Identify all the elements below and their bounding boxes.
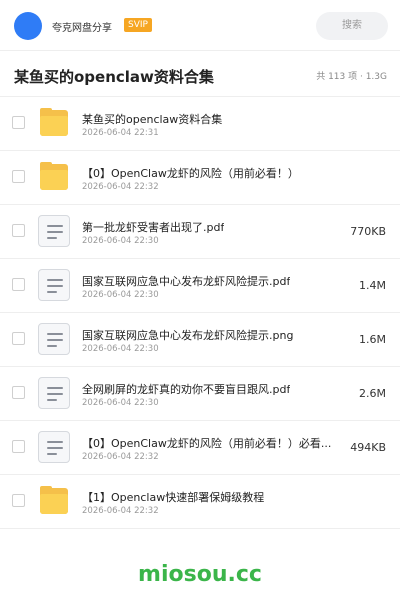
select-checkbox[interactable] bbox=[12, 224, 25, 237]
list-item[interactable]: 第一批龙虾受害者出现了.pdf 2026-06-04 22:30 770KB bbox=[0, 205, 400, 259]
select-checkbox[interactable] bbox=[12, 116, 25, 129]
item-name: 【0】OpenClaw龙虾的风险（用前必看！） bbox=[82, 167, 299, 180]
list-item[interactable]: 【0】OpenClaw龙虾的风险（用前必看！）必看... 2026-06-04 … bbox=[0, 421, 400, 475]
watermark: miosou.cc bbox=[138, 562, 262, 587]
list-item[interactable]: 国家互联网应急中心发布龙虾风险提示.pdf 2026-06-04 22:30 1… bbox=[0, 259, 400, 313]
item-date: 2026-06-04 22:30 bbox=[82, 344, 159, 354]
item-size: 770KB bbox=[350, 225, 386, 238]
document-icon bbox=[38, 269, 70, 301]
item-date: 2026-06-04 22:32 bbox=[82, 452, 159, 462]
item-date: 2026-06-04 22:30 bbox=[82, 398, 159, 408]
select-checkbox[interactable] bbox=[12, 332, 25, 345]
item-summary: 共 113 项 · 1.3G bbox=[316, 72, 387, 82]
item-name: 第一批龙虾受害者出现了.pdf bbox=[82, 221, 225, 234]
item-name: 【0】OpenClaw龙虾的风险（用前必看！）必看... bbox=[82, 437, 332, 450]
item-name: 国家互联网应急中心发布龙虾风险提示.pdf bbox=[82, 275, 291, 288]
item-date: 2026-06-04 22:31 bbox=[82, 128, 159, 138]
document-icon bbox=[38, 431, 70, 463]
item-size: 1.4M bbox=[359, 279, 386, 292]
item-date: 2026-06-04 22:32 bbox=[82, 182, 159, 192]
top-bar: 夸克网盘分享 SVIP 搜索 bbox=[0, 0, 400, 50]
item-size: 494KB bbox=[350, 441, 386, 454]
select-checkbox[interactable] bbox=[12, 494, 25, 507]
document-icon bbox=[38, 377, 70, 409]
item-name: 某鱼买的openclaw资料合集 bbox=[82, 113, 223, 126]
folder-icon bbox=[38, 161, 70, 193]
item-name: 国家互联网应急中心发布龙虾风险提示.png bbox=[82, 329, 294, 342]
item-date: 2026-06-04 22:30 bbox=[82, 290, 159, 300]
page-title: 某鱼买的openclaw资料合集 bbox=[14, 68, 214, 86]
item-name: 全网刷屏的龙虾真的劝你不要盲目跟风.pdf bbox=[82, 383, 291, 396]
folder-icon bbox=[38, 107, 70, 139]
list-item[interactable]: 国家互联网应急中心发布龙虾风险提示.png 2026-06-04 22:30 1… bbox=[0, 313, 400, 367]
document-icon bbox=[38, 323, 70, 355]
document-icon bbox=[38, 215, 70, 247]
file-list: 某鱼买的openclaw资料合集 2026-06-04 22:31 【0】Ope… bbox=[0, 97, 400, 529]
list-item[interactable]: 全网刷屏的龙虾真的劝你不要盲目跟风.pdf 2026-06-04 22:30 2… bbox=[0, 367, 400, 421]
item-size: 2.6M bbox=[359, 387, 386, 400]
item-name: 【1】Openclaw快速部署保姆级教程 bbox=[82, 491, 265, 504]
header-divider bbox=[0, 50, 400, 51]
svip-badge: SVIP bbox=[124, 18, 152, 32]
list-item[interactable]: 某鱼买的openclaw资料合集 2026-06-04 22:31 bbox=[0, 97, 400, 151]
select-checkbox[interactable] bbox=[12, 386, 25, 399]
list-item[interactable]: 【0】OpenClaw龙虾的风险（用前必看！） 2026-06-04 22:32 bbox=[0, 151, 400, 205]
share-name: 夸克网盘分享 bbox=[52, 23, 112, 34]
search-input[interactable]: 搜索 bbox=[316, 12, 388, 40]
select-checkbox[interactable] bbox=[12, 440, 25, 453]
title-row: 某鱼买的openclaw资料合集 共 113 项 · 1.3G bbox=[0, 52, 400, 96]
select-checkbox[interactable] bbox=[12, 170, 25, 183]
item-date: 2026-06-04 22:30 bbox=[82, 236, 159, 246]
avatar[interactable] bbox=[14, 12, 42, 40]
list-item[interactable]: 【1】Openclaw快速部署保姆级教程 2026-06-04 22:32 bbox=[0, 475, 400, 529]
folder-icon bbox=[38, 485, 70, 517]
item-date: 2026-06-04 22:32 bbox=[82, 506, 159, 516]
item-size: 1.6M bbox=[359, 333, 386, 346]
select-checkbox[interactable] bbox=[12, 278, 25, 291]
